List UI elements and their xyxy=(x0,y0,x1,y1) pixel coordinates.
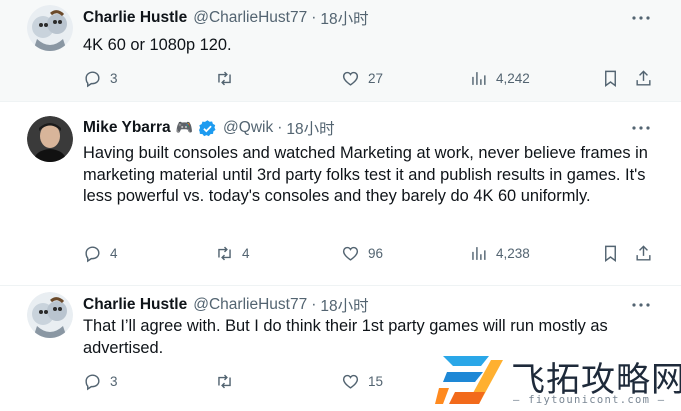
retweet-icon xyxy=(218,71,231,85)
display-name[interactable]: Mike Ybarra xyxy=(83,119,171,137)
tweet-header: Mike Ybarra 🎮 @Qwik · 18小时 xyxy=(83,117,335,139)
like-count: 27 xyxy=(368,70,384,86)
views-chart-icon xyxy=(472,246,486,260)
tweet-1[interactable]: Charlie Hustle @CharlieHust77 · 18小时 4K … xyxy=(0,0,681,102)
watermark-url: — fiytounicont.com — xyxy=(513,394,666,406)
views-button[interactable]: 4,238 xyxy=(469,243,530,263)
like-button[interactable]: 27 xyxy=(341,68,383,88)
reply-count: 4 xyxy=(110,245,118,261)
more-options-icon[interactable] xyxy=(631,119,651,137)
like-button[interactable]: 96 xyxy=(341,243,383,263)
timestamp[interactable]: 18小时 xyxy=(320,294,368,316)
reply-count: 3 xyxy=(110,70,118,86)
reply-count: 3 xyxy=(110,373,118,389)
view-count: 4,238 xyxy=(496,245,530,261)
heart-icon xyxy=(342,71,359,86)
bookmark-button[interactable] xyxy=(601,68,620,88)
share-icon xyxy=(636,69,651,86)
cartoon-avatar-icon xyxy=(27,5,73,51)
views-chart-icon xyxy=(472,71,486,85)
separator: · xyxy=(311,9,317,26)
heart-icon xyxy=(342,374,359,389)
bookmark-button[interactable] xyxy=(601,243,620,263)
photo-avatar-icon xyxy=(27,116,73,162)
tweet-header: Charlie Hustle @CharlieHust77 · 18小时 xyxy=(83,294,369,316)
like-button[interactable]: 15 xyxy=(341,371,383,391)
cartoon-avatar-icon xyxy=(27,292,73,338)
views-button[interactable]: 4,242 xyxy=(469,68,530,88)
share-icon xyxy=(636,244,651,261)
reply-button[interactable]: 4 xyxy=(83,243,118,263)
retweet-icon xyxy=(218,374,231,388)
retweet-count: 4 xyxy=(242,245,250,261)
bookmark-icon xyxy=(605,70,616,87)
user-handle[interactable]: @Qwik xyxy=(223,119,273,137)
tweet-header: Charlie Hustle @CharlieHust77 · 18小时 xyxy=(83,7,369,29)
avatar[interactable] xyxy=(27,292,73,338)
gamepad-emoji: 🎮 xyxy=(175,120,194,136)
retweet-icon xyxy=(218,246,231,260)
tweet-text: 4K 60 or 1080p 120. xyxy=(83,36,232,54)
display-name[interactable]: Charlie Hustle xyxy=(83,296,187,314)
reply-button[interactable]: 3 xyxy=(83,68,118,88)
verified-badge-icon xyxy=(198,119,217,138)
retweet-button[interactable]: 4 xyxy=(215,243,250,263)
like-count: 15 xyxy=(368,373,384,389)
heart-icon xyxy=(342,246,359,261)
user-handle[interactable]: @CharlieHust77 xyxy=(193,296,307,314)
separator: · xyxy=(311,296,317,313)
like-count: 96 xyxy=(368,245,384,261)
retweet-button[interactable] xyxy=(215,68,242,88)
reply-icon xyxy=(85,70,100,87)
tweet-actions: 3 27 4,242 xyxy=(83,68,653,88)
retweet-button[interactable] xyxy=(215,371,242,391)
tweet-actions: 4 4 96 4,238 xyxy=(83,243,653,263)
watermark-logo-icon xyxy=(435,356,503,404)
share-button[interactable] xyxy=(634,243,653,263)
share-button[interactable] xyxy=(634,68,653,88)
timestamp[interactable]: 18小时 xyxy=(320,7,368,29)
tweet-2[interactable]: Mike Ybarra 🎮 @Qwik · 18小时 Having built … xyxy=(0,103,681,286)
more-options-icon[interactable] xyxy=(631,296,651,314)
avatar[interactable] xyxy=(27,116,73,162)
view-count: 4,242 xyxy=(496,70,530,86)
reply-icon xyxy=(85,245,100,262)
site-watermark: 飞拓攻略网 — fiytounicont.com — xyxy=(433,350,681,411)
reply-button[interactable]: 3 xyxy=(83,371,118,391)
user-handle[interactable]: @CharlieHust77 xyxy=(193,9,307,27)
timestamp[interactable]: 18小时 xyxy=(286,117,334,139)
more-options-icon[interactable] xyxy=(631,9,651,27)
reply-icon xyxy=(85,373,100,390)
avatar[interactable] xyxy=(27,5,73,51)
bookmark-icon xyxy=(605,245,616,262)
display-name[interactable]: Charlie Hustle xyxy=(83,9,187,27)
separator: · xyxy=(277,119,283,136)
tweet-text: Having built consoles and watched Market… xyxy=(83,144,648,205)
